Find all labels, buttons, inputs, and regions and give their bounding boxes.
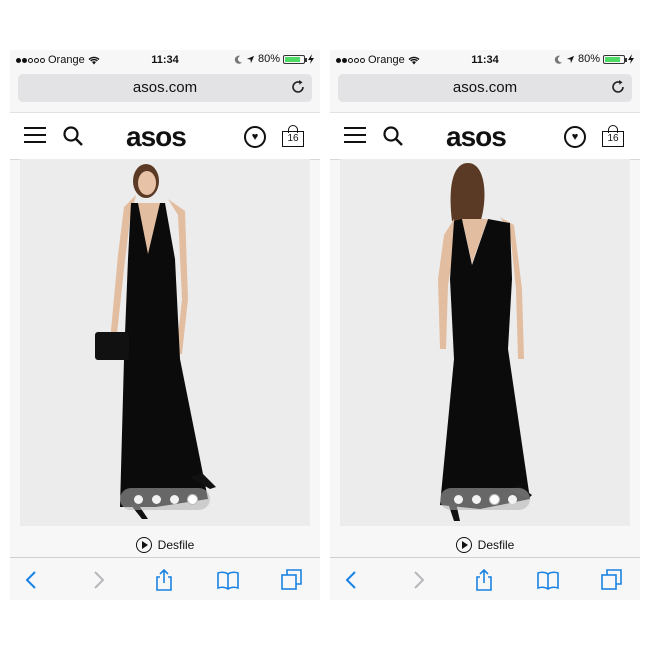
share-icon[interactable] xyxy=(152,568,176,592)
url-text: asos.com xyxy=(132,79,198,96)
moon-icon xyxy=(234,55,243,64)
catwalk-video-link[interactable]: Desfile xyxy=(10,533,320,557)
site-logo[interactable]: asos xyxy=(126,121,187,153)
site-logo[interactable]: asos xyxy=(446,121,507,153)
bag-count: 16 xyxy=(602,131,624,147)
status-bar: Orange 11:34 80% xyxy=(330,50,640,70)
pager-dot-active[interactable] xyxy=(187,494,197,504)
video-label: Desfile xyxy=(157,538,195,552)
play-icon xyxy=(135,537,152,553)
menu-icon[interactable] xyxy=(344,127,366,145)
image-pager[interactable] xyxy=(440,488,530,510)
forward-icon[interactable] xyxy=(86,568,110,592)
charging-icon xyxy=(628,54,634,64)
charging-icon xyxy=(308,54,314,64)
browser-toolbar xyxy=(330,557,640,600)
pager-dot[interactable] xyxy=(169,494,179,504)
forward-icon[interactable] xyxy=(406,568,430,592)
phone-screen-right: Orange 11:34 80% asos.com asos ♥ 16 Desf… xyxy=(330,50,640,600)
battery-icon xyxy=(283,54,307,64)
pager-dot-active[interactable] xyxy=(489,494,499,504)
location-arrow-icon xyxy=(566,55,575,63)
product-image[interactable] xyxy=(340,159,630,526)
dress-front-figure xyxy=(20,159,310,526)
bag-icon[interactable]: 16 xyxy=(602,125,624,147)
back-icon[interactable] xyxy=(340,568,364,592)
heart-icon[interactable]: ♥ xyxy=(564,126,586,148)
address-bar[interactable]: asos.com xyxy=(338,74,632,102)
pager-dot[interactable] xyxy=(471,494,481,504)
bag-count: 16 xyxy=(282,131,304,147)
battery-percent: 80% xyxy=(257,53,280,65)
site-header: asos ♥ 16 xyxy=(330,112,640,160)
reload-icon[interactable] xyxy=(290,79,306,95)
url-text: asos.com xyxy=(452,79,518,96)
bookmarks-icon[interactable] xyxy=(536,568,560,592)
site-header: asos ♥ 16 xyxy=(10,112,320,160)
image-pager[interactable] xyxy=(120,488,210,510)
back-icon[interactable] xyxy=(20,568,44,592)
tabs-icon[interactable] xyxy=(280,568,304,592)
pager-dot[interactable] xyxy=(507,494,517,504)
pager-dot[interactable] xyxy=(151,494,161,504)
battery-percent: 80% xyxy=(577,53,600,65)
browser-toolbar xyxy=(10,557,320,600)
heart-icon[interactable]: ♥ xyxy=(244,126,266,148)
search-icon[interactable] xyxy=(62,125,84,147)
catwalk-video-link[interactable]: Desfile xyxy=(330,533,640,557)
menu-icon[interactable] xyxy=(24,127,46,145)
search-icon[interactable] xyxy=(382,125,404,147)
video-label: Desfile xyxy=(477,538,515,552)
location-arrow-icon xyxy=(246,55,255,63)
share-icon[interactable] xyxy=(472,568,496,592)
phone-screen-left: Orange 11:34 80% asos.com asos ♥ 16 Desf… xyxy=(10,50,320,600)
moon-icon xyxy=(554,55,563,64)
address-bar[interactable]: asos.com xyxy=(18,74,312,102)
bag-icon[interactable]: 16 xyxy=(282,125,304,147)
reload-icon[interactable] xyxy=(610,79,626,95)
tabs-icon[interactable] xyxy=(600,568,624,592)
product-image[interactable] xyxy=(20,159,310,526)
pager-dot[interactable] xyxy=(133,494,143,504)
pager-dot[interactable] xyxy=(453,494,463,504)
bookmarks-icon[interactable] xyxy=(216,568,240,592)
play-icon xyxy=(455,537,472,553)
status-bar: Orange 11:34 80% xyxy=(10,50,320,70)
dress-back-figure xyxy=(340,159,630,526)
battery-icon xyxy=(603,54,627,64)
